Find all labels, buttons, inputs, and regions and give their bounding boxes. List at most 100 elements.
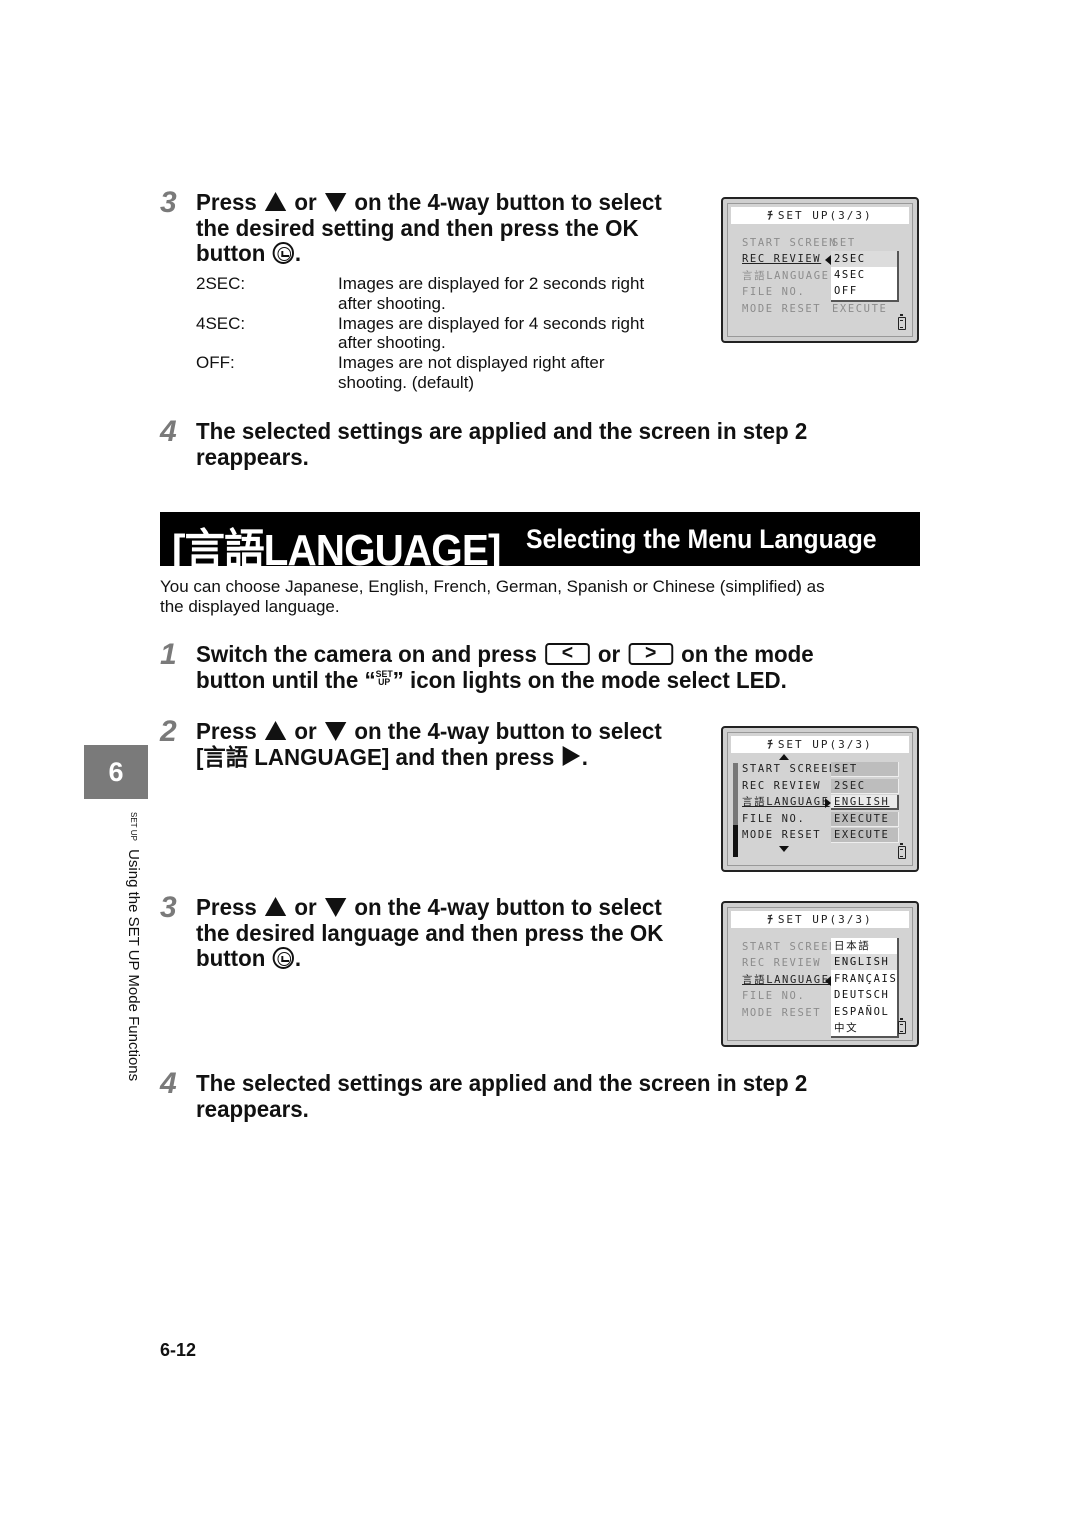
option-term: OFF:	[196, 353, 235, 373]
section-title-banner: [言語LANGUAGE] Selecting the Menu Language	[160, 512, 920, 575]
text: SET UP(3/3)	[777, 913, 873, 926]
lcd-option-highlighted: 2SEC	[831, 251, 897, 267]
step-instruction: The selected settings are applied and th…	[196, 1070, 808, 1122]
lcd-option: FRANÇAIS	[834, 973, 898, 985]
text: You can choose Japanese, English, French…	[160, 577, 825, 596]
text: or	[597, 641, 621, 667]
lcd-menu-item: FILE NO.	[742, 286, 806, 298]
text: on the 4-way button to select	[354, 718, 662, 744]
text: the desired language and then press the …	[196, 919, 664, 946]
text: button	[196, 240, 266, 266]
setup-mode-icon: SET UP	[129, 812, 138, 841]
lcd-title: ﾁ SET UP(3/3)	[731, 207, 909, 224]
text: button	[196, 945, 266, 971]
text: or	[294, 894, 317, 920]
lcd-menu-item: MODE RESET	[742, 1007, 822, 1019]
text: reappears.	[196, 443, 309, 470]
lcd-value: 2SEC	[834, 780, 866, 792]
lcd-menu-item: 言語LANGUAGE	[742, 270, 830, 282]
lcd-menu-item-selected: 言語LANGUAGE	[742, 796, 830, 808]
ok-button-icon	[272, 241, 294, 264]
section-subtitle: Selecting the Menu Language	[526, 524, 877, 554]
lcd-popup: 2SEC 4SEC OFF	[831, 251, 899, 302]
text: or	[294, 718, 317, 744]
section-title: [言語LANGUAGE]	[172, 526, 501, 575]
text: SET UP(3/3)	[777, 209, 873, 222]
option-description: Images are displayed for 2 seconds right…	[338, 274, 698, 314]
text: Press	[196, 894, 257, 920]
lcd-value: EXECUTE	[834, 813, 890, 825]
option-description: Images are displayed for 4 seconds right…	[338, 314, 698, 354]
text: ” icon lights on the mode select LED.	[392, 666, 787, 693]
lcd-option: OFF	[834, 285, 858, 297]
step-number: 1	[160, 638, 177, 671]
text: or	[294, 189, 317, 215]
text: on the 4-way button to select	[354, 894, 662, 920]
text: after shooting.	[338, 333, 446, 353]
right-pointer-icon	[825, 798, 831, 808]
text: SET UP(3/3)	[777, 738, 873, 751]
right-arrow-icon	[562, 746, 580, 767]
text: Images are not displayed right after	[338, 353, 605, 373]
lcd-menu-item: MODE RESET	[742, 303, 822, 315]
lcd-menu-item: FILE NO.	[742, 813, 806, 825]
text: SET	[129, 812, 138, 828]
lcd-panel: ﾁ SET UP(3/3) START SCREEN REC REVIEW 言語L…	[727, 907, 913, 1041]
step-number: 4	[160, 1067, 177, 1100]
step-instruction: The selected settings are applied and th…	[196, 418, 808, 470]
text: Images are displayed for 2 seconds right	[338, 274, 645, 293]
step-instruction: Press or on the 4-way button to select […	[196, 718, 662, 770]
lcd-panel: ﾁ SET UP(3/3) START SCREEN REC REVIEW 言語L…	[727, 732, 913, 866]
lcd-value: EXECUTE	[834, 829, 890, 841]
setup-mode-icon: SET UP	[376, 670, 393, 687]
chapter-tab[interactable]: 6	[84, 745, 148, 799]
lcd-menu-item: REC REVIEW	[742, 780, 822, 792]
lcd-option: 中文	[834, 1022, 859, 1034]
lcd-value: SET	[832, 237, 856, 249]
text: on the 4-way button to select	[354, 189, 662, 215]
ok-button-icon	[272, 946, 294, 969]
lcd-menu-item: REC REVIEW	[742, 957, 822, 969]
text: The selected settings are applied and th…	[196, 418, 808, 444]
lcd-menu-item-selected: 言語LANGUAGE	[742, 974, 830, 986]
scroll-up-icon	[779, 754, 789, 760]
step-number: 3	[160, 186, 177, 219]
option-description: Images are not displayed right after sho…	[338, 353, 698, 393]
lcd-value: SET	[834, 763, 858, 775]
text: Switch the camera on and press	[196, 641, 537, 667]
up-arrow-icon	[264, 192, 287, 212]
down-arrow-icon	[324, 193, 347, 213]
battery-icon	[898, 314, 906, 330]
scrollbar-thumb	[733, 825, 738, 857]
tools-icon: ﾁ	[767, 209, 773, 222]
up-arrow-icon	[264, 721, 287, 741]
lcd-menu-item: START SCREEN	[742, 763, 838, 775]
text: after shooting.	[338, 293, 446, 313]
step-instruction: Press or on the 4-way button to select t…	[196, 189, 662, 267]
lcd-menu-item: FILE NO.	[742, 990, 806, 1002]
lcd-menu-item: START SCREEN	[742, 941, 838, 953]
lcd-option: 4SEC	[834, 269, 866, 281]
lcd-option: 日本語	[834, 940, 871, 952]
text: the displayed language.	[160, 597, 340, 616]
step-number: 3	[160, 891, 177, 924]
text: reappears.	[196, 1095, 309, 1122]
lcd-option: DEUTSCH	[834, 989, 890, 1001]
lcd-panel: ﾁ SET UP(3/3) START SCREEN REC REVIEW 言語L…	[727, 203, 913, 337]
option-term: 2SEC:	[196, 274, 246, 293]
lcd-menu-item: START SCREEN	[742, 237, 838, 249]
option-term: 4SEC:	[196, 313, 246, 333]
text: button until the “	[196, 666, 376, 693]
text: Images are displayed for 4 seconds right	[338, 313, 645, 333]
text: .	[581, 743, 588, 770]
text: .	[294, 945, 302, 971]
lcd-menu-item: MODE RESET	[742, 829, 822, 841]
step-number: 2	[160, 715, 177, 748]
lcd-option: ESPAÑOL	[834, 1006, 890, 1018]
lcd-menu-item-selected: REC REVIEW	[742, 253, 822, 265]
lcd-option-highlighted: ENGLISH	[831, 954, 897, 970]
lcd-value: EXECUTE	[832, 303, 888, 315]
text: Press	[196, 189, 257, 215]
lcd-title: ﾁ SET UP(3/3)	[731, 911, 909, 928]
text: The selected settings are applied and th…	[196, 1070, 808, 1096]
